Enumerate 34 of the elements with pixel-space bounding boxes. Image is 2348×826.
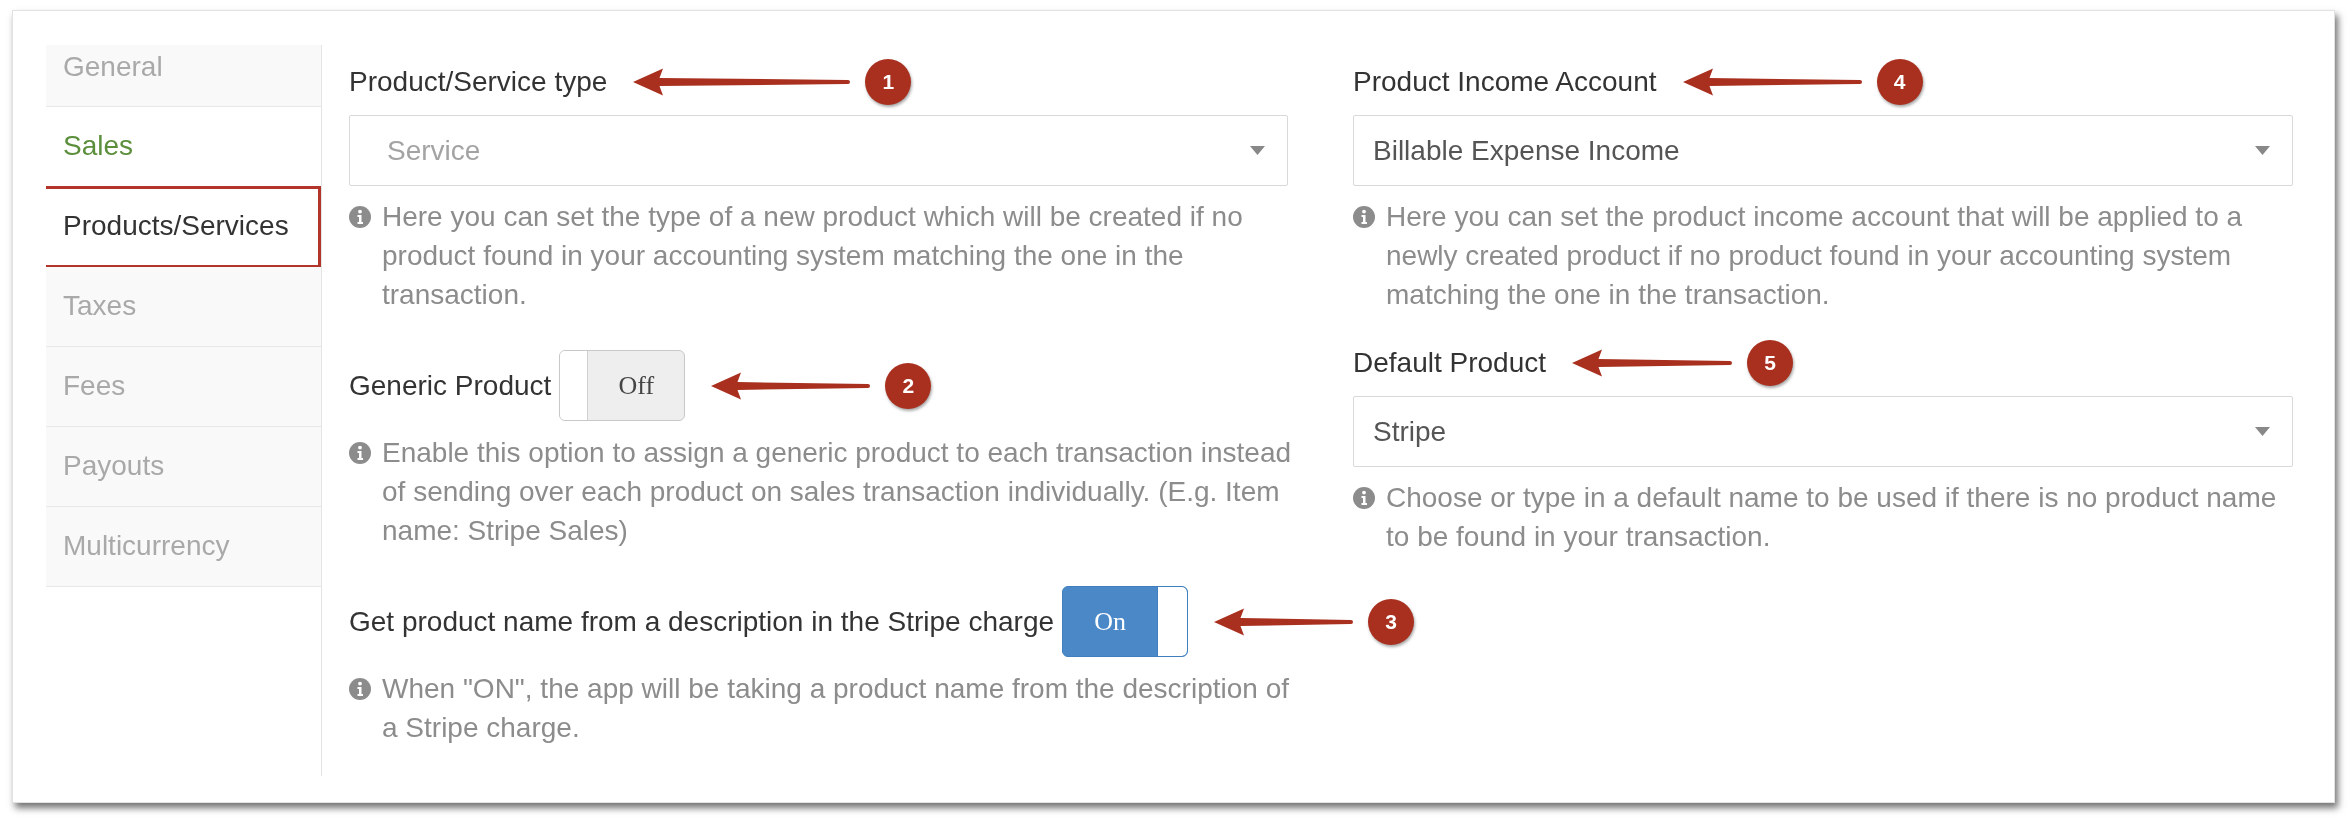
- dropdown-field[interactable]: Stripe: [1353, 396, 2293, 467]
- callout-number: 1: [865, 59, 912, 105]
- info-icon: [1353, 487, 1375, 509]
- info-icon: [349, 678, 371, 700]
- callout-number: 5: [1747, 340, 1793, 386]
- caret-icon: [1250, 146, 1265, 155]
- help-text: When "ON", the app will be taking a product name from the description of a Stripe charge.: [382, 672, 1290, 745]
- left-arrow-icon: [1682, 67, 1863, 97]
- dropdown-field[interactable]: Billable Expense Income: [1353, 115, 2293, 186]
- callout-number: 4: [1876, 59, 1923, 105]
- toggle-switch[interactable]: On: [1062, 586, 1189, 657]
- field-label: Product Income Account: [1353, 65, 1657, 99]
- sidebar-item[interactable]: Products/Services: [46, 186, 321, 268]
- help-text: Here you can set the product income account that will be applied to a newly created product if no product found in your accounting system matching the one in the transaction.: [1386, 200, 2244, 312]
- left-arrow-icon: [633, 67, 852, 97]
- field-label: Product/Service type: [349, 65, 608, 99]
- caret-icon: [2255, 427, 2270, 436]
- info-icon: [1353, 206, 1375, 228]
- callout-number: 2: [885, 362, 932, 409]
- toggle-switch[interactable]: Off: [559, 350, 686, 421]
- caret-icon: [2255, 146, 2270, 155]
- left-arrow-icon: [711, 370, 872, 401]
- help-text: Choose or type in a default name to be used if there is no product name to be found in your transaction.: [1386, 481, 2278, 554]
- left-arrow-icon: [1572, 348, 1733, 378]
- field-label: Get product name from a description in the Stripe charge: [349, 604, 1055, 639]
- field-label: Generic Product: [349, 368, 552, 403]
- help-text: Enable this option to assign a generic product to each transaction instead of sending over each product on sales transaction individually. (E.g. Item name: Stripe Sales): [382, 436, 1293, 548]
- callout-number: 3: [1368, 598, 1415, 645]
- dropdown-field[interactable]: Service: [349, 115, 1288, 186]
- left-arrow-icon: [1214, 606, 1355, 637]
- help-text: Here you can set the type of a new product which will be created if no product found in your accounting system matching the one in the transaction.: [382, 200, 1244, 312]
- info-icon: [349, 206, 371, 228]
- field-label: Default Product: [1353, 346, 1546, 380]
- info-icon: [349, 442, 371, 464]
